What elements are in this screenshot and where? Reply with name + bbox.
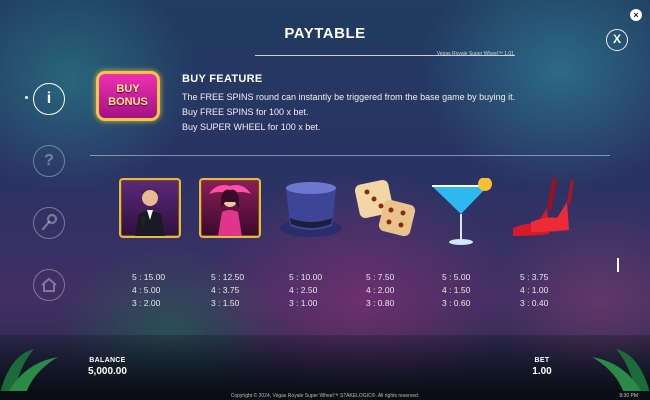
payout-3: 3 : 0.40	[520, 298, 549, 308]
red-heels-icon	[513, 178, 574, 236]
balance-display: BALANCE 5,000.00	[88, 357, 127, 377]
symbol-top-hat	[278, 178, 342, 240]
payout-3: 3 : 1.00	[289, 298, 318, 308]
payout-5: 5 : 10.00	[289, 272, 323, 282]
payout-3: 3 : 0.80	[366, 298, 395, 308]
payout-list: 5 : 10.00 4 : 2.50 3 : 1.00	[289, 271, 322, 310]
sidebar-item-info[interactable]: i	[33, 83, 65, 115]
info-icon: i	[46, 90, 52, 107]
game-version-label: Vegas Royale Super Wheel™ 1.01	[436, 51, 514, 57]
sidebar-item-help[interactable]: ?	[33, 145, 65, 177]
cocktail-icon	[432, 177, 492, 245]
payout-list: 5 : 12.50 4 : 3.75 3 : 1.50	[211, 271, 244, 310]
clock-text: 9:30 PM	[619, 393, 638, 399]
payout-4: 4 : 1.00	[520, 285, 549, 295]
bet-display: BET 1.00	[530, 357, 554, 377]
payout-5: 5 : 12.50	[211, 272, 245, 282]
page-title: PAYTABLE	[284, 25, 366, 42]
payout-list: 5 : 7.50 4 : 2.00 3 : 0.80	[366, 271, 394, 310]
sidebar-item-settings[interactable]	[33, 207, 65, 239]
symbol-heels	[507, 178, 574, 240]
payout-5: 5 : 15.00	[132, 272, 166, 282]
palm-leaves-left-icon	[0, 349, 58, 393]
buy-bonus-line1: BUY	[116, 83, 140, 95]
payout-list: 5 : 5.00 4 : 1.50 3 : 0.60	[442, 271, 470, 310]
payout-3: 3 : 2.00	[132, 298, 161, 308]
close-paytable-button[interactable]: X	[606, 29, 628, 51]
scroll-indicator[interactable]	[617, 258, 619, 272]
showgirl-icon	[209, 185, 251, 236]
payout-3: 3 : 0.60	[442, 298, 471, 308]
balance-value: 5,000.00	[88, 366, 127, 377]
payout-4: 4 : 5.00	[132, 285, 161, 295]
copyright-text: Copyright © 2024, Vegas Royale Super Whe…	[230, 393, 420, 399]
buy-feature-line2: Buy FREE SPINS for 100 x bet.	[182, 107, 309, 117]
buy-bonus-line2: BONUS	[108, 96, 148, 108]
window-close-icon[interactable]: ×	[630, 9, 642, 21]
payout-5: 5 : 7.50	[366, 272, 395, 282]
sidebar-item-home[interactable]	[33, 269, 65, 301]
bet-value: 1.00	[532, 366, 552, 377]
buy-feature-section: BUY FEATURE The FREE SPINS round can ins…	[182, 73, 515, 135]
question-icon: ?	[44, 152, 54, 169]
singer-man-icon	[135, 189, 165, 236]
palm-leaves-right-icon	[592, 349, 650, 393]
payout-4: 4 : 2.50	[289, 285, 318, 295]
section-divider	[90, 155, 610, 156]
payout-5: 5 : 3.75	[520, 272, 549, 282]
payout-4: 4 : 3.75	[211, 285, 240, 295]
payout-3: 3 : 1.50	[211, 298, 240, 308]
dice-icon	[354, 179, 416, 237]
symbol-showgirl	[199, 178, 261, 240]
wrench-icon	[41, 213, 58, 231]
payout-4: 4 : 1.50	[442, 285, 471, 295]
buy-feature-line1: The FREE SPINS round can instantly be tr…	[182, 92, 516, 102]
symbol-singer	[119, 178, 181, 240]
payout-5: 5 : 5.00	[442, 272, 471, 282]
top-hat-icon	[280, 182, 342, 237]
symbol-dice	[354, 178, 417, 240]
buy-bonus-badge: BUY BONUS	[96, 71, 160, 121]
home-icon	[41, 277, 57, 292]
payout-4: 4 : 2.00	[366, 285, 395, 295]
symbol-cocktail	[430, 177, 492, 245]
payout-list: 5 : 3.75 4 : 1.00 3 : 0.40	[520, 271, 548, 310]
active-indicator-dot	[25, 96, 28, 99]
bet-label: BET	[534, 357, 550, 364]
buy-feature-line3: Buy SUPER WHEEL for 100 x bet.	[182, 122, 321, 132]
balance-label: BALANCE	[89, 357, 126, 364]
payout-list: 5 : 15.00 4 : 5.00 3 : 2.00	[132, 271, 165, 310]
buy-feature-heading: BUY FEATURE	[182, 73, 263, 85]
